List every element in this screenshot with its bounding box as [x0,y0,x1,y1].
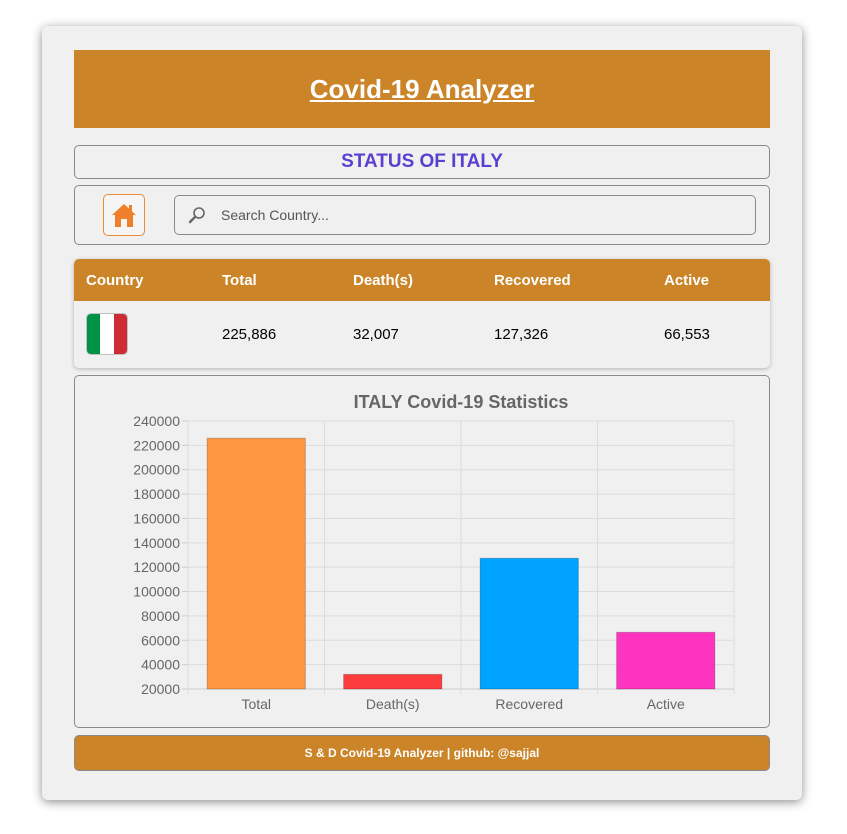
app-title[interactable]: Covid-19 Analyzer [310,74,534,105]
y-tick-label: 140000 [133,535,180,551]
cell-deaths: 32,007 [353,326,399,343]
column-header-total: Total [222,272,257,289]
stats-table: Country Total Death(s) Recovered Active … [74,259,770,368]
footer-text: S & D Covid-19 Analyzer | github: @sajja… [304,746,540,760]
home-button[interactable] [103,194,145,236]
x-tick-label: Death(s) [366,696,420,712]
bar-recovered [479,557,579,690]
table-row: 225,886 32,007 127,326 66,553 [74,301,770,368]
cell-recovered: 127,326 [494,326,549,343]
search-input[interactable] [219,206,743,224]
y-tick-label: 60000 [141,632,180,648]
x-tick-label: Active [647,696,685,712]
x-tick-label: Recovered [495,696,563,712]
y-tick-label: 200000 [133,462,180,478]
search-bar [74,185,770,245]
cell-total: 225,886 [222,326,277,343]
search-field[interactable] [174,195,756,235]
column-header-country: Country [86,272,144,289]
y-tick-label: 160000 [133,510,180,526]
column-header-recovered: Recovered [494,272,571,289]
status-banner: STATUS OF ITALY [74,145,770,179]
bar-total [206,437,306,690]
cell-active: 66,553 [664,326,710,343]
column-header-deaths: Death(s) [353,272,414,289]
search-icon [187,205,207,225]
y-tick-label: 100000 [133,584,180,600]
y-tick-label: 240000 [133,413,180,429]
y-tick-label: 180000 [133,486,180,502]
footer: S & D Covid-19 Analyzer | github: @sajja… [74,735,770,771]
column-header-active: Active [664,272,710,289]
y-tick-label: 20000 [141,681,180,697]
y-tick-label: 80000 [141,608,180,624]
chart-panel: ITALY Covid-19 Statistics 240000 220000 200… [74,375,770,728]
y-tick-label: 40000 [141,657,180,673]
italy-flag-icon [86,313,128,355]
table-header: Country Total Death(s) Recovered Active [74,259,770,301]
bar-chart: ITALY Covid-19 Statistics 240000 220000 200… [133,392,735,712]
y-tick-label: 120000 [133,559,180,575]
status-title: STATUS OF ITALY [341,151,503,172]
bar-active [616,631,716,690]
y-tick-label: 220000 [133,437,180,453]
main-card: Covid-19 Analyzer STATUS OF ITALY Countr… [42,26,802,800]
app-header: Covid-19 Analyzer [74,50,770,128]
x-tick-label: Total [241,696,271,712]
chart-title: ITALY Covid-19 Statistics [354,392,569,412]
home-icon [112,204,136,227]
bar-deaths [343,673,443,690]
